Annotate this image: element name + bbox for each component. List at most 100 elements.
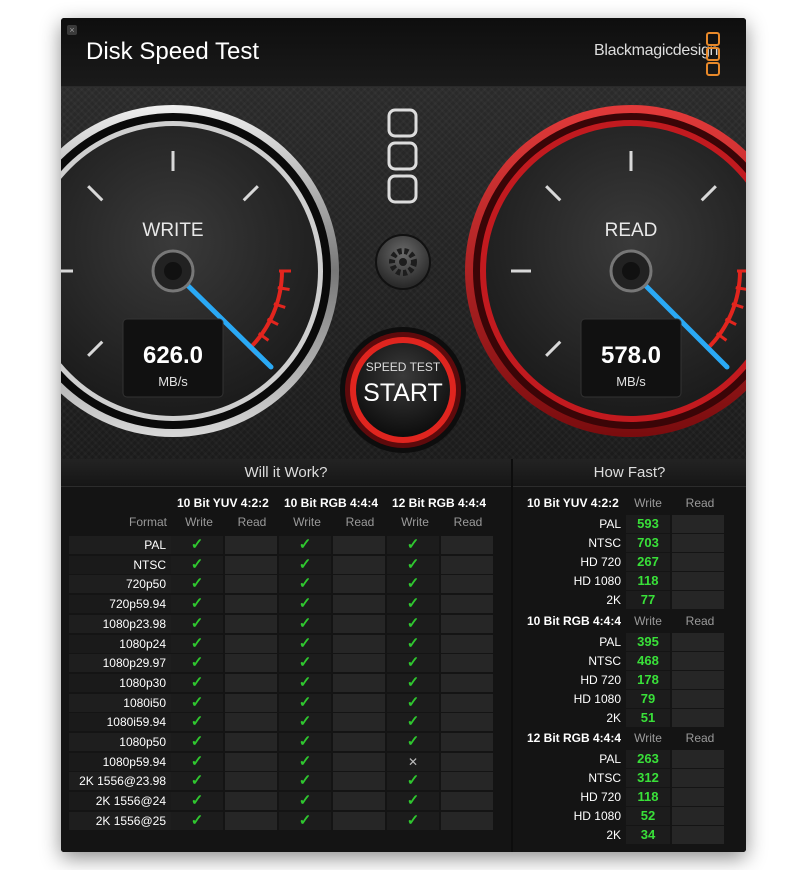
check-icon: ✓ [279,654,331,673]
read-cell [441,536,493,554]
hf-read-cell [672,515,724,533]
ww-group-12bit-rgb: 12 Bit RGB 4:4:4 [392,496,487,510]
read-cell [441,634,493,653]
read-cell [225,595,277,614]
hf-group-title: 10 Bit RGB 4:4:4 [527,614,622,628]
check-icon: ✓ [171,536,223,554]
hf-read-cell [672,709,724,727]
hf-read-cell [672,591,724,609]
read-cell [441,673,493,692]
start-button[interactable]: SPEED TEST START [340,327,466,453]
ww-format-label: 2K 1556@23.98 [79,774,166,789]
read-cell [441,555,493,574]
check-icon: ✓ [171,733,223,751]
cross-icon: ✕ [387,752,439,771]
check-icon: ✓ [171,792,223,811]
hf-write-value: 395 [626,633,670,651]
check-icon: ✓ [279,811,331,830]
read-cell [225,811,277,830]
read-cell [333,673,385,692]
check-icon: ✓ [171,693,223,712]
read-cell [441,575,493,594]
read-cell [333,595,385,614]
hf-write-value: 52 [626,807,670,825]
hf-read-cell [672,807,724,825]
check-icon: ✓ [387,693,439,712]
ww-format-label: 1080p59.94 [102,754,166,769]
hf-row-label: 2K [606,828,621,842]
read-cell [333,536,385,554]
read-cell [441,693,493,712]
read-cell [225,693,277,712]
check-icon: ✓ [171,555,223,574]
hf-row-label: 2K [606,593,621,607]
check-icon: ✓ [387,595,439,614]
check-icon: ✓ [387,792,439,811]
read-cell [225,634,277,653]
read-cell [225,614,277,633]
hf-read-header: Read [685,731,715,745]
hf-write-header: Write [634,614,662,628]
check-icon: ✓ [279,772,331,791]
how-fast-section: How Fast? 10 Bit YUV 4:2:2 Write Read PAL 59… [513,459,746,852]
hf-read-cell [672,826,724,844]
check-icon: ✓ [387,673,439,692]
read-cell [225,654,277,673]
read-speed-value: 578.0 [601,342,661,369]
check-icon: ✓ [279,634,331,653]
read-cell [225,536,277,554]
check-icon: ✓ [279,555,331,574]
ww-format-label: NTSC [133,557,166,572]
hf-read-cell [672,652,724,670]
check-icon: ✓ [387,772,439,791]
center-logo-icon [387,108,418,204]
check-icon: ✓ [171,673,223,692]
ww-format-label: 1080p23.98 [102,616,166,631]
hf-read-header: Read [685,614,715,628]
title-bar: × Disk Speed Test Blackmagicdesign [61,18,746,87]
read-cell [225,673,277,692]
check-icon: ✓ [387,634,439,653]
check-icon: ✓ [279,536,331,554]
will-it-work-section: Will it Work? 10 Bit YUV 4:2:2 10 Bit RG… [61,459,511,852]
read-cell [225,752,277,771]
settings-gear-button[interactable] [375,234,431,290]
hf-row-label: HD 720 [580,673,621,687]
hf-row-label: HD 1080 [573,809,621,823]
hf-row-label: HD 720 [580,555,621,569]
read-cell [333,733,385,751]
read-cell [225,733,277,751]
read-cell [441,595,493,614]
ww-format-label: 1080p29.97 [102,656,166,671]
check-icon: ✓ [171,654,223,673]
write-speed-unit: MB/s [158,374,188,389]
hf-write-value: 118 [626,788,670,806]
ww-format-label: 1080p50 [119,735,166,749]
write-gauge: WRITE 626.0 MB/s [61,105,339,437]
how-fast-title: How Fast? [513,459,746,487]
start-button-caption: SPEED TEST [366,360,441,374]
ww-format-label: 720p50 [125,577,166,592]
app-title: Disk Speed Test [86,38,259,65]
check-icon: ✓ [279,614,331,633]
close-button[interactable]: × [67,25,77,35]
ww-format-label: 2K 1556@25 [95,813,166,828]
read-cell [441,713,493,732]
read-gauge: READ 578.0 MB/s [465,105,746,437]
hf-read-header: Read [685,496,715,510]
ww-format-label: 720p59.94 [109,597,166,612]
hf-read-cell [672,534,724,552]
check-icon: ✓ [279,792,331,811]
check-icon: ✓ [279,752,331,771]
brand-name: Blackmagicdesign [594,42,719,59]
read-speed-unit: MB/s [616,374,646,389]
write-gauge-label: WRITE [142,220,203,241]
hf-write-value: 267 [626,553,670,571]
check-icon: ✓ [387,733,439,751]
check-icon: ✓ [279,693,331,712]
read-cell [333,772,385,791]
hf-row-label: PAL [599,752,621,766]
read-cell [333,693,385,712]
ww-group-10bit-rgb: 10 Bit RGB 4:4:4 [284,496,379,510]
check-icon: ✓ [387,713,439,732]
